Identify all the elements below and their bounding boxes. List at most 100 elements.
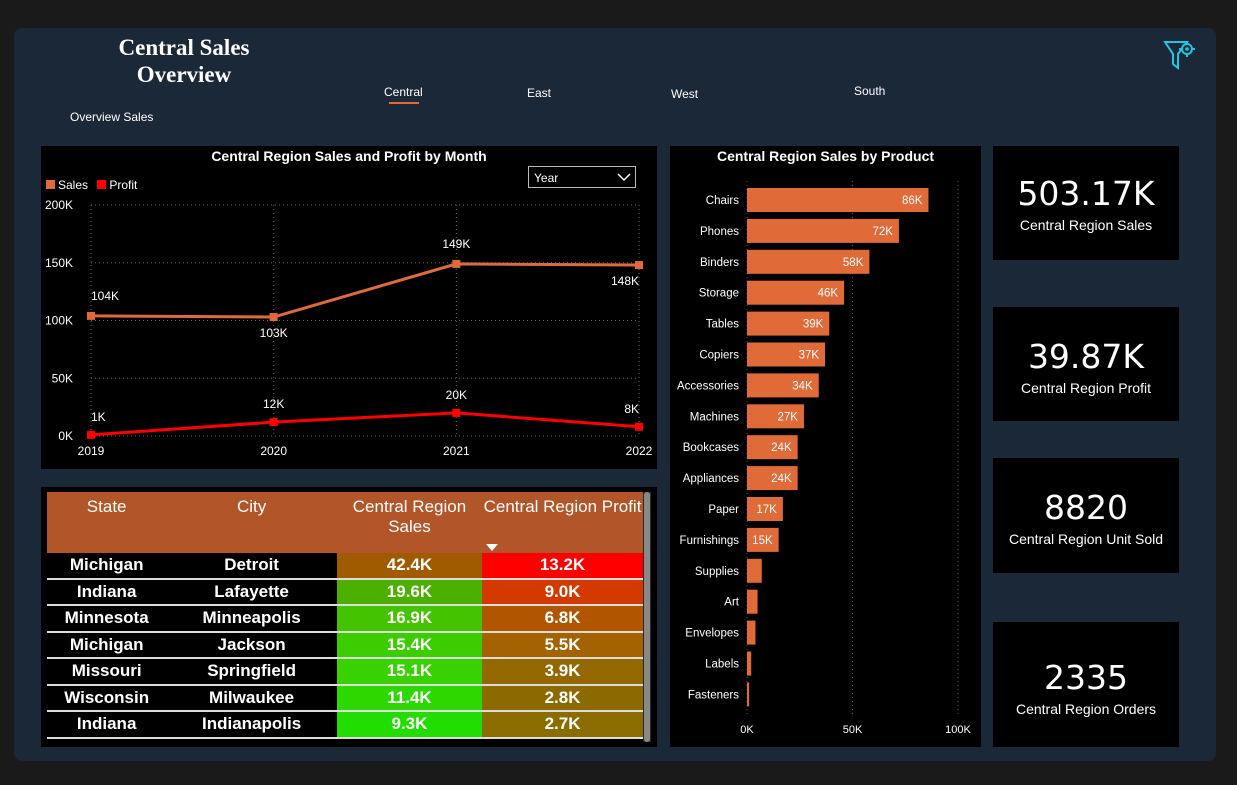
tab-west[interactable]: West [671,87,698,101]
table-cell-state: Michigan [47,553,167,580]
data-label-sales: 148K [611,274,639,288]
table-cell-sales: 15.1K [336,658,483,686]
header-sales[interactable]: Central Region Sales [336,492,483,553]
data-point-sales[interactable] [452,259,461,268]
x-tick-label: 0K [740,724,754,736]
category-label: Binders [700,257,739,269]
bar-chart-card: Central Region Sales by Product 0K 50K 100… [670,146,981,747]
y-tick-label: 200K [45,198,73,212]
filter-settings-icon[interactable] [1162,38,1198,74]
category-label: Copiers [699,350,739,362]
table-cell-sales: 11.4K [336,684,483,712]
y-tick-label: 50K [52,371,73,385]
bar-value-label: 58K [843,257,864,269]
tab-south[interactable]: South [854,84,885,98]
category-label: Envelopes [685,628,739,640]
kpi-sales-label: Central Region Sales [1019,217,1153,233]
table-cell-city: Indianapolis [166,711,337,739]
table-scrollbar[interactable] [643,492,651,742]
data-point-sales[interactable] [635,261,643,270]
x-tick-label: 50K [843,724,863,736]
kpi-units-label: Central Region Unit Sold [1008,531,1164,547]
bar-value-label: 24K [771,473,792,485]
table-row[interactable]: Wisconsin Milwaukee 11.4K 2.8K [47,684,643,712]
x-tick-label: 2022 [626,444,653,458]
table-cell-city: Jackson [166,631,337,659]
table-cell-city: Springfield [166,658,337,686]
table-row[interactable]: Michigan Jackson 15.4K 5.5K [47,631,643,659]
table-cell-profit: 3.9K [482,658,643,686]
category-label: Bookcases [683,442,740,454]
data-point-profit[interactable] [87,430,95,439]
table-cell-sales: 42.4K [336,553,483,580]
table-cell-sales: 16.9K [336,605,483,633]
table-row[interactable]: Minnesota Minneapolis 16.9K 6.8K [47,605,643,633]
bar-value-label: 37K [799,350,820,362]
tab-east[interactable]: East [527,86,551,100]
bar-chart-plot: 0K 50K 100K Chairs 86K Phones 72K Binders 58K Sto… [677,181,972,736]
table-cell-state: Indiana [47,711,167,739]
bar-value-label: 34K [792,380,813,392]
table-cell-profit: 9.0K [482,578,643,606]
bar-value-label: 86K [902,195,923,207]
table-cell-city: Minneapolis [166,605,337,633]
table-scrollbar-thumb[interactable] [644,492,650,742]
x-tick-label: 100K [945,724,971,736]
kpi-card-profit: 39.87K Central Region Profit [993,307,1179,421]
table-cell-sales: 9.3K [336,711,483,739]
data-point-profit[interactable] [635,422,643,431]
table-body: Michigan Detroit 42.4K 13.2K Indiana Lafayett… [47,553,643,739]
data-point-profit[interactable] [452,408,461,417]
data-label-profit: 12K [263,397,284,411]
table-cell-state: Indiana [47,578,167,606]
category-label: Appliances [683,473,740,485]
header-city[interactable]: City [166,492,337,553]
bar-labels[interactable] [747,651,752,676]
table-row[interactable]: Michigan Detroit 42.4K 13.2K [47,553,643,580]
sort-desc-icon [486,544,499,551]
header-profit-label: Central Region Profit [483,497,642,516]
sales-table: State City Central Region Sales Central … [47,492,643,739]
bar-value-label: 39K [803,319,824,331]
bar-value-label: 15K [752,535,773,547]
bar-value-label: 46K [818,288,839,300]
kpi-orders-label: Central Region Orders [1015,701,1157,717]
table-cell-state: Minnesota [47,605,167,633]
bar-value-label: 27K [778,411,799,423]
table-row[interactable]: Missouri Springfield 15.1K 3.9K [47,658,643,686]
bar-fasteners[interactable] [747,682,750,707]
data-label-sales: 149K [442,237,470,251]
data-point-sales[interactable] [87,311,95,320]
data-point-profit[interactable] [269,418,278,427]
category-label: Fasteners [688,689,739,701]
dashboard-panel: Central Sales Overview Overview Sales Ce… [14,28,1216,761]
bar-value-label: 17K [756,504,777,516]
table-cell-sales: 19.6K [336,578,483,606]
bar-envelopes[interactable] [747,620,756,645]
bar-supplies[interactable] [747,558,762,583]
page-subtitle: Overview Sales [70,110,154,124]
table-cell-profit: 2.7K [482,711,643,739]
table-row[interactable]: Indiana Lafayette 19.6K 9.0K [47,578,643,606]
table-cell-city: Lafayette [166,578,337,606]
page-title-line2: Overview [136,62,232,87]
table-cell-profit: 5.5K [482,631,643,659]
kpi-units-value: 8820 [1044,488,1128,527]
tab-central[interactable]: Central [384,85,423,99]
data-point-sales[interactable] [269,313,278,322]
table-row[interactable]: Indiana Indianapolis 9.3K 2.7K [47,711,643,739]
bar-art[interactable] [747,589,758,614]
tab-central-underline [389,102,419,104]
table-cell-state: Missouri [47,658,167,686]
line-chart-plot: 200K 150K 100K 50K 0K 2019 2020 2021 2022 104K 103… [45,198,653,458]
table-cell-profit: 13.2K [482,553,643,580]
category-label: Storage [699,288,739,300]
header-profit[interactable]: Central Region Profit [482,492,643,553]
series-line-sales [90,262,640,319]
category-label: Art [724,597,740,609]
header-state[interactable]: State [47,492,167,553]
table-cell-sales: 15.4K [336,631,483,659]
x-tick-label: 2021 [443,444,470,458]
y-tick-label: 100K [45,314,73,328]
table-cell-state: Wisconsin [47,684,167,712]
